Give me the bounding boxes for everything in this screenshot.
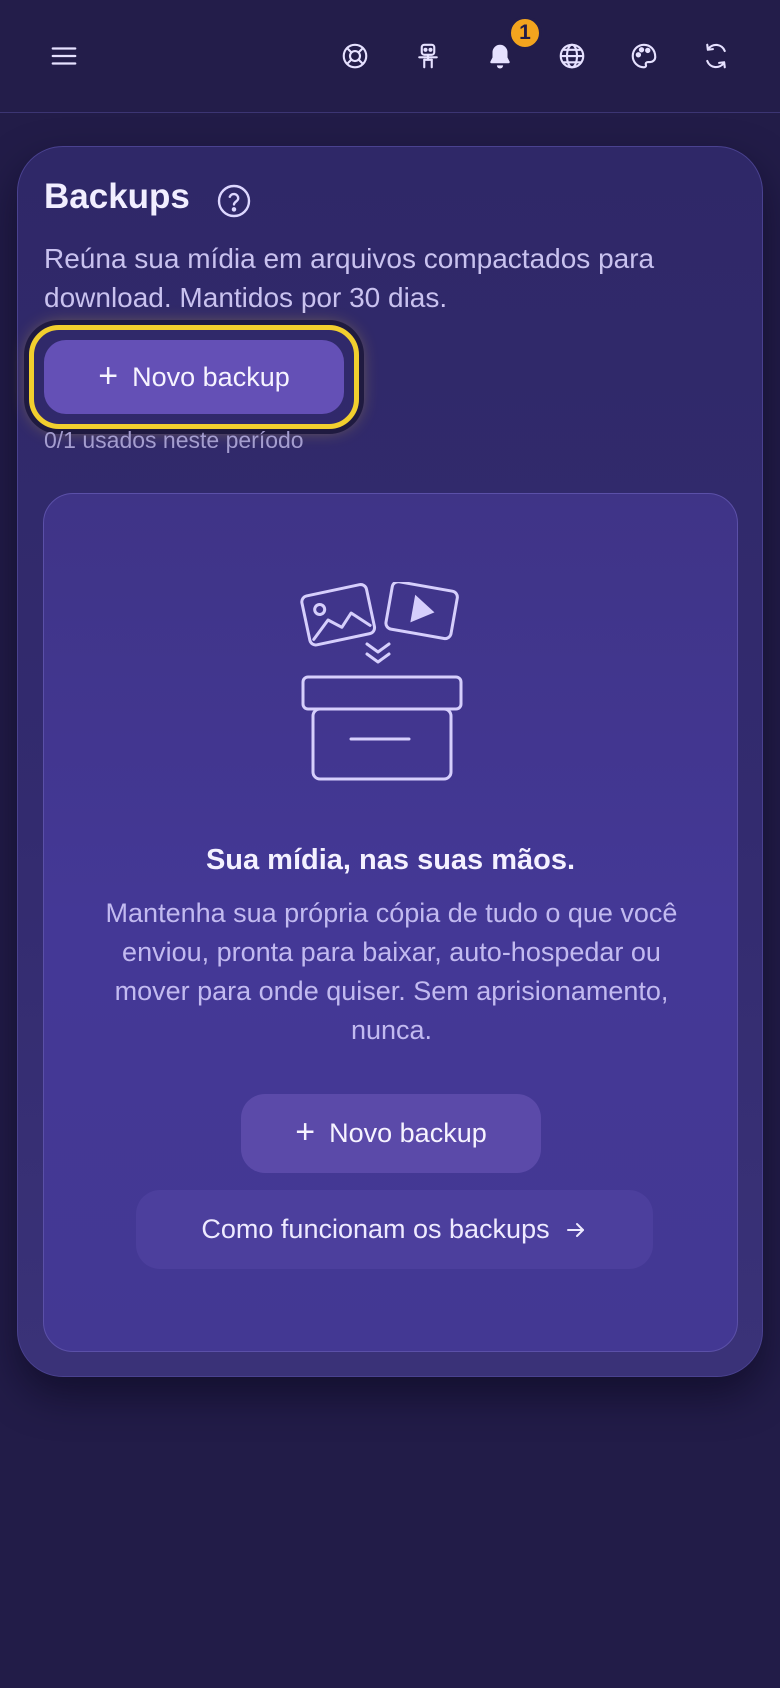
help-icon[interactable] xyxy=(216,183,252,219)
new-backup-label: Novo backup xyxy=(132,361,290,392)
robot-icon[interactable] xyxy=(406,34,450,78)
how-backups-work-button[interactable]: Como funcionam os backups xyxy=(136,1190,653,1269)
new-backup-label: Novo backup xyxy=(329,1118,487,1148)
arrow-right-icon xyxy=(566,1222,584,1237)
plus-icon: + xyxy=(98,356,119,395)
hamburger-icon[interactable] xyxy=(42,34,86,78)
how-backups-work-label: Como funcionam os backups xyxy=(201,1214,550,1244)
globe-icon[interactable] xyxy=(550,34,594,78)
lifebuoy-icon[interactable] xyxy=(333,34,377,78)
top-bar: 1 xyxy=(0,0,780,113)
usage-text: 0/1 usados neste período xyxy=(44,427,304,453)
new-backup-button[interactable]: + Novo backup xyxy=(44,340,344,414)
palette-icon[interactable] xyxy=(622,34,666,78)
plus-icon: + xyxy=(295,1113,316,1151)
page-title: Backups xyxy=(44,177,190,216)
backups-card: Backups Reúna sua mídia em arquivos comp… xyxy=(17,146,763,1377)
empty-state-description: Mantenha sua própria cópia de tudo o que… xyxy=(105,898,678,1045)
new-backup-button-secondary[interactable]: + Novo backup xyxy=(241,1094,541,1173)
empty-state-panel: Sua mídia, nas suas mãos. Mantenha sua p… xyxy=(43,493,738,1352)
notification-badge: 1 xyxy=(508,16,542,50)
empty-state-title: Sua mídia, nas suas mãos. xyxy=(205,844,576,876)
refresh-icon[interactable] xyxy=(694,34,738,78)
backups-description: Reúna sua mídia em arquivos compactados … xyxy=(44,243,655,313)
backup-box-illustration-icon xyxy=(299,580,464,782)
